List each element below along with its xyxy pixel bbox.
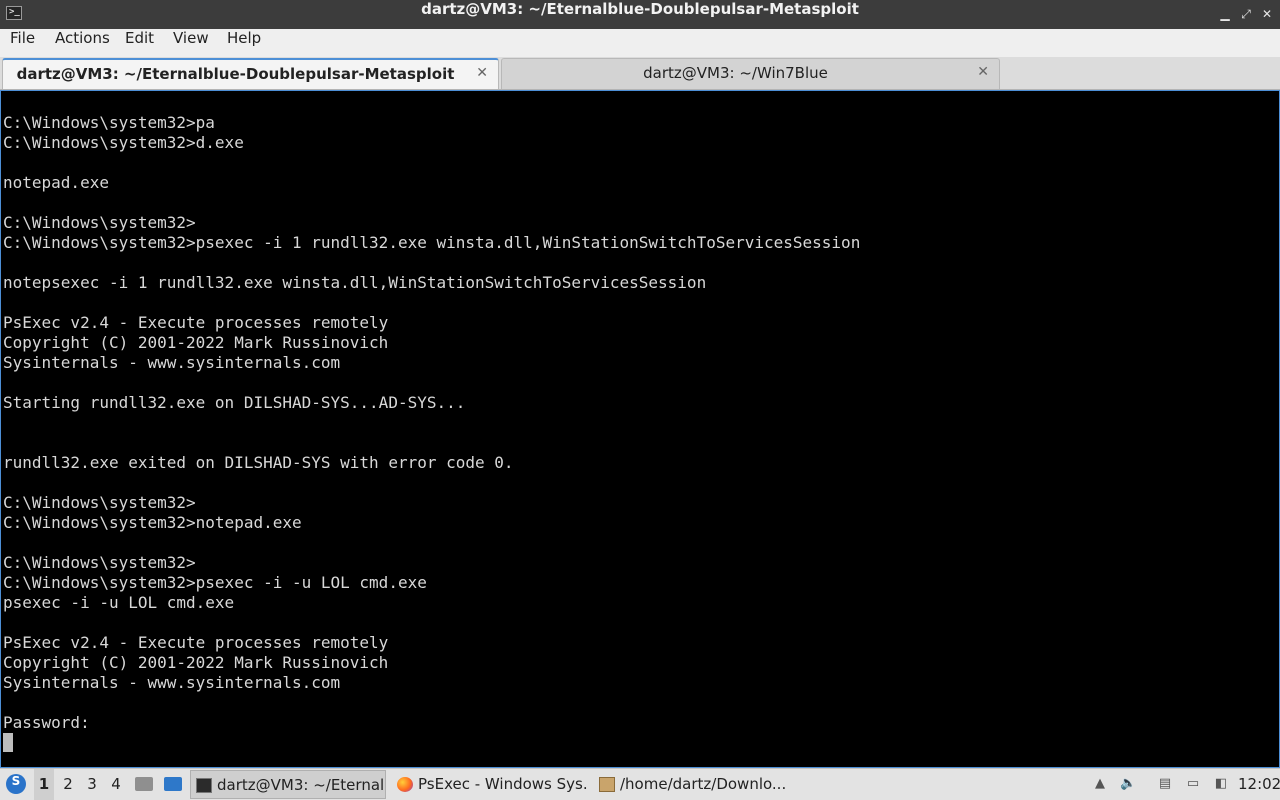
tab-win7blue[interactable]: dartz@VM3: ~/Win7Blue ✕ — [501, 58, 1000, 89]
terminal-line: C:\Windows\system32> — [3, 213, 196, 232]
terminal-line: C:\Windows\system32>psexec -i -u LOL cmd… — [3, 573, 427, 592]
tab-close-icon[interactable]: ✕ — [476, 65, 488, 81]
workspace-1[interactable]: 1 — [34, 769, 54, 800]
show-desktop-icon[interactable] — [164, 777, 182, 791]
terminal-line: C:\Windows\system32>notepad.exe — [3, 513, 302, 532]
tab-label: dartz@VM3: ~/Eternalblue-Doublepulsar-Me… — [16, 65, 455, 83]
firefox-icon — [397, 777, 413, 792]
terminal-line: C:\Windows\system32>pa — [3, 113, 215, 132]
terminal-line: Sysinternals - www.sysinternals.com — [3, 353, 341, 372]
window-titlebar[interactable]: >_ dartz@VM3: ~/Eternalblue-Doublepulsar… — [0, 0, 1280, 29]
terminal-line: C:\Windows\system32>psexec -i 1 rundll32… — [3, 233, 861, 252]
menu-help[interactable]: Help — [226, 29, 262, 57]
task-label: PsExec - Windows Sys... — [418, 775, 588, 793]
tab-close-icon[interactable]: ✕ — [977, 64, 989, 80]
terminal-icon — [196, 778, 212, 793]
terminal-line: PsExec v2.4 - Execute processes remotely — [3, 633, 389, 652]
minimize-button[interactable]: ▁ — [1216, 5, 1234, 23]
terminal-line: Copyright (C) 2001-2022 Mark Russinovich — [3, 333, 389, 352]
tray-up-arrow-icon[interactable]: ▲ — [1092, 776, 1108, 792]
menu-edit[interactable]: Edit — [124, 29, 155, 57]
menu-actions[interactable]: Actions — [54, 29, 111, 57]
terminal-line: C:\Windows\system32>d.exe — [3, 133, 244, 152]
display-icon[interactable]: ▭ — [1185, 776, 1201, 792]
terminal-output: C:\Windows\system32>pa C:\Windows\system… — [3, 113, 860, 753]
menu-bar: File Actions Edit View Help — [0, 29, 1280, 57]
network-icon[interactable]: ◧ — [1213, 776, 1229, 792]
terminal-line: rundll32.exe exited on DILSHAD-SYS with … — [3, 453, 514, 472]
tab-label: dartz@VM3: ~/Win7Blue — [643, 64, 828, 82]
volume-icon[interactable]: 🔈 — [1120, 776, 1136, 792]
menu-file[interactable]: File — [9, 29, 36, 57]
terminal-line: PsExec v2.4 - Execute processes remotely — [3, 313, 389, 332]
task-label: dartz@VM3: ~/Eternal... — [217, 776, 386, 794]
clock[interactable]: 12:02 — [1238, 769, 1280, 800]
terminal-prompt-line: Password: — [3, 713, 90, 732]
task-terminal[interactable]: dartz@VM3: ~/Eternal... — [190, 770, 386, 799]
workspace-3[interactable]: 3 — [82, 769, 102, 800]
terminal-line: notepad.exe — [3, 173, 109, 192]
terminal-line: Starting rundll32.exe on DILSHAD-SYS...A… — [3, 393, 466, 412]
file-manager-icon[interactable] — [135, 777, 153, 791]
task-archive[interactable]: /home/dartz/Downlo... — [594, 770, 790, 799]
terminal-line: Copyright (C) 2001-2022 Mark Russinovich — [3, 653, 389, 672]
tab-bar: dartz@VM3: ~/Eternalblue-Doublepulsar-Me… — [0, 57, 1280, 90]
terminal-line: Sysinternals - www.sysinternals.com — [3, 673, 341, 692]
taskbar: S 1 2 3 4 dartz@VM3: ~/Eternal... PsExec… — [0, 768, 1280, 800]
archive-icon — [599, 777, 615, 792]
terminal-view[interactable]: C:\Windows\system32>pa C:\Windows\system… — [0, 90, 1280, 768]
tab-eternalblue[interactable]: dartz@VM3: ~/Eternalblue-Doublepulsar-Me… — [2, 58, 499, 89]
terminal-line: psexec -i -u LOL cmd.exe — [3, 593, 235, 612]
start-menu-icon[interactable]: S — [6, 774, 26, 794]
task-label: /home/dartz/Downlo... — [620, 775, 787, 793]
workspace-4[interactable]: 4 — [106, 769, 126, 800]
menu-view[interactable]: View — [172, 29, 210, 57]
terminal-cursor — [3, 733, 13, 752]
close-button[interactable]: ✕ — [1258, 5, 1276, 23]
terminal-line: C:\Windows\system32> — [3, 553, 196, 572]
workspace-2[interactable]: 2 — [58, 769, 78, 800]
window-title: dartz@VM3: ~/Eternalblue-Doublepulsar-Me… — [421, 0, 859, 18]
terminal-line: notepsexec -i 1 rundll32.exe winsta.dll,… — [3, 273, 707, 292]
maximize-button[interactable]: ⤢ — [1237, 5, 1255, 23]
clipboard-icon[interactable]: ▤ — [1157, 776, 1173, 792]
terminal-line: C:\Windows\system32> — [3, 493, 196, 512]
task-firefox[interactable]: PsExec - Windows Sys... — [392, 770, 588, 799]
